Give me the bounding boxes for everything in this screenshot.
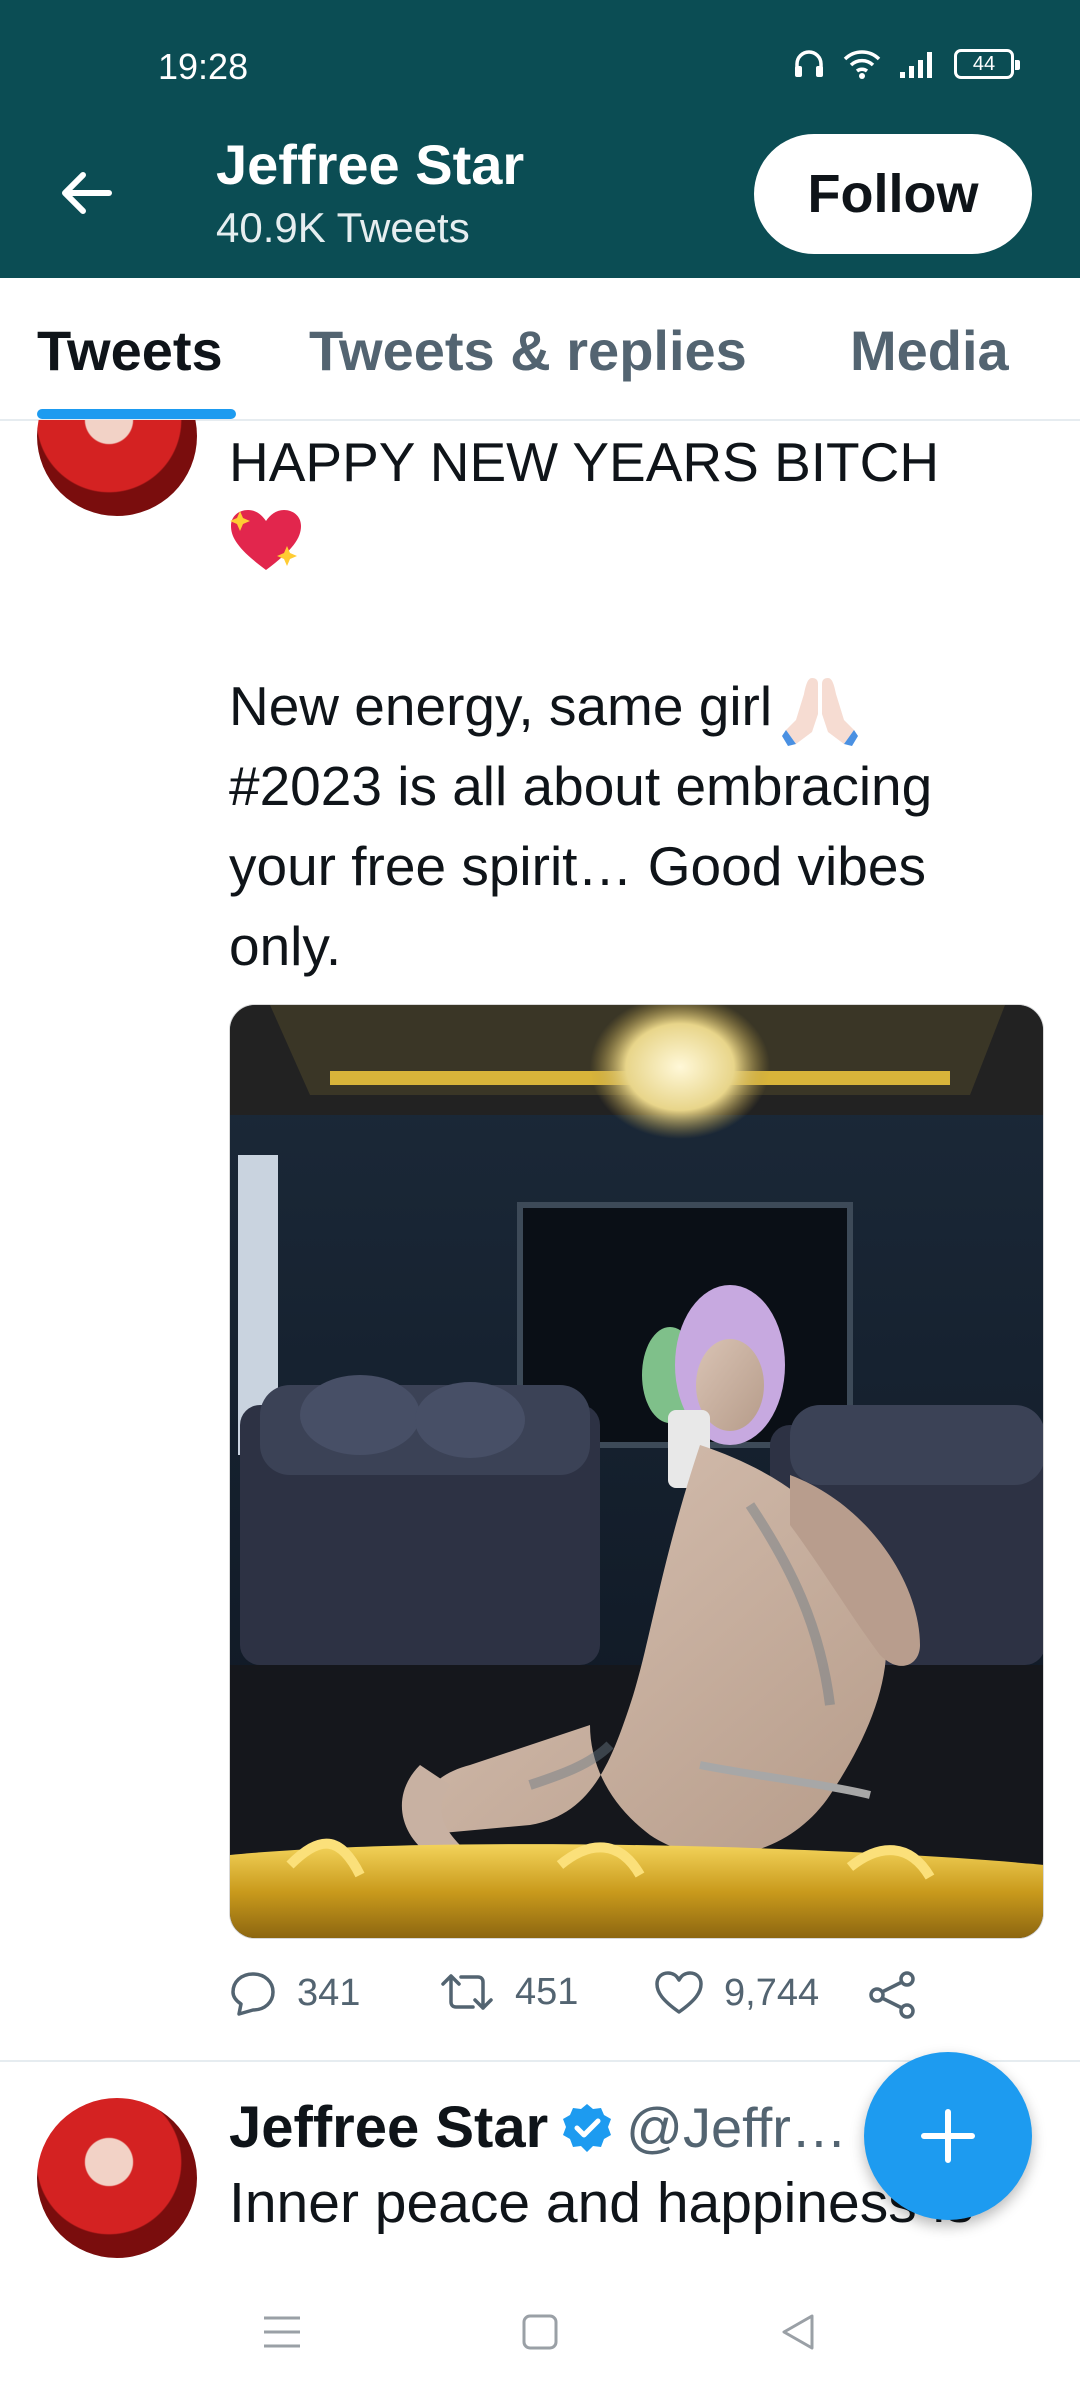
heart-icon [655,1971,703,2014]
photo-image [230,1005,1043,1938]
tweet-text-line: your free spirit… Good vibes [229,835,926,898]
battery-indicator: 44 [954,49,1020,79]
status-time: 19:28 [158,46,249,87]
compose-tweet-button[interactable] [864,2052,1032,2220]
tab-tweets-and-replies[interactable]: Tweets & replies [309,318,747,383]
system-navigation-bar [0,2262,1080,2400]
menu-icon [264,2316,300,2348]
profile-header: 19:28 44 Jeffree Star 40.9K Tweets Follo… [0,0,1080,278]
author-name: Jeffree Star [229,2095,549,2160]
tab-tweets[interactable]: Tweets [37,318,223,383]
active-tab-indicator [37,409,236,419]
like-count: 9,744 [724,1971,820,2014]
folded-hands-icon [782,678,859,747]
tab-media[interactable]: Media [850,318,1009,383]
triangle-back-icon [782,2314,814,2350]
wifi-icon [843,50,881,79]
status-icons: 44 [792,48,1020,80]
profile-name: Jeffree Star [216,133,525,196]
avatar[interactable] [37,2098,197,2258]
retweet-count: 451 [515,1970,579,2013]
reply-button[interactable]: 341 [229,1970,360,2016]
reply-count: 341 [297,1971,361,2014]
verified-badge-icon [563,2103,612,2152]
share-icon [869,1971,915,2019]
back-button[interactable] [50,158,120,228]
tweet-text-line: only. [229,915,342,978]
tweet-paragraph: New energy, same girl #2023 is all about… [229,666,1049,986]
sparkling-heart-icon [230,510,301,570]
tweet-actions: 341 451 9,744 [229,1970,989,2030]
arrow-left-icon [62,172,112,214]
nav-menu-button[interactable] [252,2302,312,2362]
plus-icon [921,2109,975,2163]
square-icon [522,2314,558,2350]
headphones-icon [795,50,823,77]
signal-icon [900,52,932,78]
tweet-text-line: HAPPY NEW YEARS BITCH [229,431,940,493]
like-button[interactable]: 9,744 [654,1970,819,2016]
retweet-button[interactable]: 451 [439,1970,578,2014]
retweet-icon [441,1974,493,2010]
nav-back-button[interactable] [768,2302,828,2362]
tweet-count: 40.9K Tweets [216,204,470,251]
tweet-text-line: New energy, same girl [229,666,1049,747]
share-button[interactable] [867,1970,919,2020]
tweet-text-line: Inner peace and happiness is [229,2171,974,2235]
author-handle: @Jeffr… [626,2096,847,2159]
reply-icon [231,1972,275,2016]
profile-tabs: Tweets Tweets & replies Media [0,278,1080,421]
follow-button[interactable]: Follow [754,134,1032,254]
nav-home-button[interactable] [510,2302,570,2362]
tweet-author: Jeffree Star @Jeffr… [229,2094,847,2161]
tweet-photo[interactable] [229,1004,1044,1939]
tweet-text-line: #2023 is all about embracing [229,755,933,818]
